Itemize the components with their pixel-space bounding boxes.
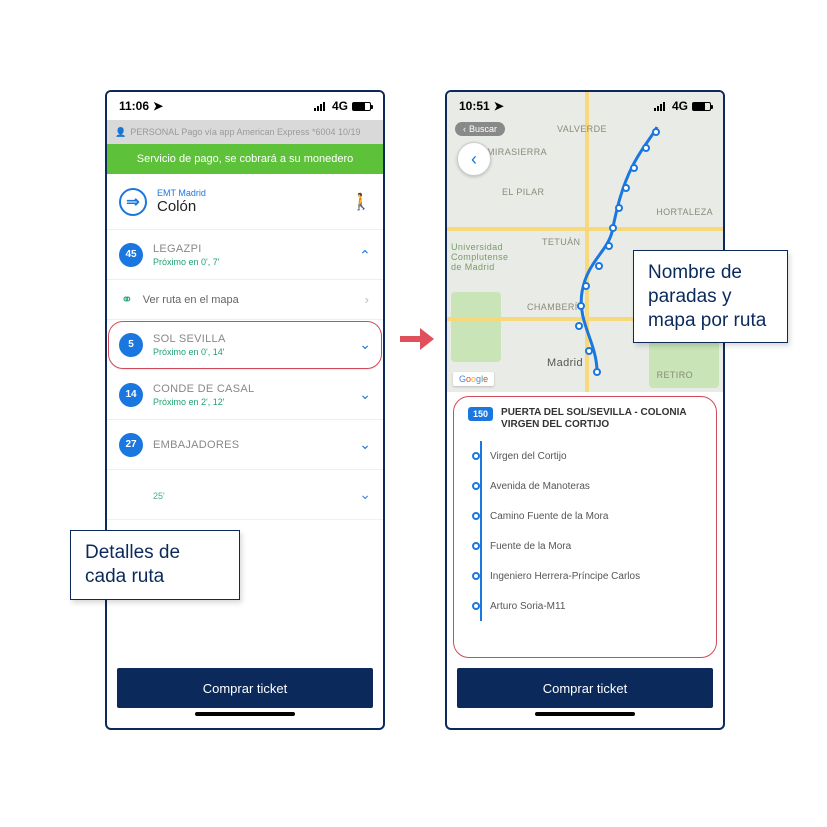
chevron-up-icon: ⌄ — [359, 246, 371, 263]
route-row[interactable]: 14 CONDE DE CASAL Próximo en 2', 12' ⌄ — [107, 370, 383, 420]
route-stop-dot — [615, 204, 623, 212]
arrow-icon — [400, 328, 434, 350]
stop-item[interactable]: Avenida de Manoteras — [472, 471, 702, 501]
route-path — [447, 92, 723, 392]
location-icon: ➤ — [494, 99, 504, 113]
route-stop-dot — [630, 164, 638, 172]
phone-route-details: 11:06 ➤ 4G 👤 PERSONAL Pago vía app Ameri… — [105, 90, 385, 730]
route-stop-dot — [605, 242, 613, 250]
person-icon: 👤 — [115, 127, 126, 138]
chevron-right-icon: › — [365, 292, 369, 307]
payment-subheader: 👤 PERSONAL Pago vía app American Express… — [107, 120, 383, 144]
stop-dot-icon — [472, 542, 480, 550]
back-button[interactable]: ‹ — [457, 142, 491, 176]
route-badge: 14 — [119, 383, 143, 407]
status-time: 11:06 — [119, 99, 149, 113]
chevron-down-icon: ⌄ — [359, 386, 371, 403]
stop-dot-icon — [472, 602, 480, 610]
route-stop-dot — [595, 262, 603, 270]
battery-icon — [352, 102, 371, 111]
route-badge: 27 — [119, 433, 143, 457]
stop-list: Virgen del Cortijo Avenida de Manoteras … — [472, 441, 702, 621]
route-row[interactable]: 25' ⌄ — [107, 470, 383, 520]
stop-dot-icon — [472, 512, 480, 520]
callout-right: Nombre de paradas y mapa por ruta — [633, 250, 788, 343]
network-label: 4G — [672, 99, 688, 113]
route-name: EMBAJADORES — [153, 439, 349, 451]
status-bar: 10:51 ➤ 4G — [447, 92, 723, 120]
route-badge: 45 — [119, 243, 143, 267]
route-stop-dot — [593, 368, 601, 376]
stop-header: ⇒ EMT Madrid Colón 🚶 — [107, 174, 383, 230]
stops-panel: 150 PUERTA DEL SOL/SEVILLA - COLONIA VIR… — [453, 396, 717, 658]
route-stop-dot — [582, 282, 590, 290]
signal-icon — [314, 101, 328, 111]
route-name: SOL SEVILLA — [153, 333, 349, 345]
route-row[interactable]: 27 EMBAJADORES ⌄ — [107, 420, 383, 470]
route-row-highlighted[interactable]: 5 SOL SEVILLA Próximo en 0', 14' ⌄ — [107, 320, 383, 370]
battery-icon — [692, 102, 711, 111]
chevron-down-icon: ⌄ — [359, 336, 371, 353]
route-next: Próximo en 2', 12' — [153, 397, 349, 407]
buy-ticket-button[interactable]: Comprar ticket — [457, 668, 713, 708]
stop-connector — [480, 441, 482, 621]
callout-left: Detalles de cada ruta — [70, 530, 240, 600]
stop-item[interactable]: Fuente de la Mora — [472, 531, 702, 561]
route-stop-dot — [585, 347, 593, 355]
view-route-map[interactable]: ⚭ Ver ruta en el mapa › — [107, 280, 383, 320]
bottom-bar: Comprar ticket — [107, 658, 383, 728]
stop-item[interactable]: Virgen del Cortijo — [472, 441, 702, 471]
route-stop-dot — [622, 184, 630, 192]
route-stop-dot — [575, 322, 583, 330]
map-link-label: Ver ruta en el mapa — [143, 294, 355, 306]
route-row[interactable]: 45 LEGAZPI Próximo en 0', 7' ⌄ — [107, 230, 383, 280]
home-indicator — [535, 712, 635, 716]
route-name: LEGAZPI — [153, 243, 349, 255]
buy-ticket-button[interactable]: Comprar ticket — [117, 668, 373, 708]
bottom-bar: Comprar ticket — [447, 658, 723, 728]
line-badge: 150 — [468, 407, 493, 421]
route-badge: 5 — [119, 333, 143, 357]
stop-item[interactable]: Arturo Soria-M11 — [472, 591, 702, 621]
route-stop-dot — [652, 128, 660, 136]
walk-icon: 🚶 — [351, 192, 371, 212]
route-stop-dot — [609, 224, 617, 232]
map[interactable]: ‹ Buscar ‹ VALVERDE MIRASIERRA EL PILAR … — [447, 92, 723, 392]
payment-banner: Servicio de pago, se cobrará a su monede… — [107, 144, 383, 174]
stop-dot-icon — [472, 482, 480, 490]
route-next: 25' — [153, 491, 349, 501]
line-title: PUERTA DEL SOL/SEVILLA - COLONIA VIRGEN … — [501, 407, 702, 431]
stop-dot-icon — [472, 452, 480, 460]
phone-route-map: 10:51 ➤ 4G ‹ Buscar ‹ VALVERDE MIRASIERR… — [445, 90, 725, 730]
route-next: Próximo en 0', 14' — [153, 347, 349, 357]
stop-dot-icon — [472, 572, 480, 580]
provider-label: EMT Madrid — [157, 188, 341, 198]
signal-icon — [654, 101, 668, 111]
chevron-down-icon: ⌄ — [359, 486, 371, 503]
stop-item[interactable]: Ingeniero Herrera-Príncipe Carlos — [472, 561, 702, 591]
emt-logo-icon: ⇒ — [119, 188, 147, 216]
home-indicator — [195, 712, 295, 716]
route-icon: ⚭ — [121, 291, 133, 308]
status-time: 10:51 — [459, 99, 490, 113]
status-bar: 11:06 ➤ 4G — [107, 92, 383, 120]
location-icon: ➤ — [153, 99, 163, 113]
route-next: Próximo en 0', 7' — [153, 257, 349, 267]
chevron-down-icon: ⌄ — [359, 436, 371, 453]
network-label: 4G — [332, 99, 348, 113]
google-badge: Google — [453, 372, 494, 386]
route-stop-dot — [577, 302, 585, 310]
stop-name: Colón — [157, 198, 341, 215]
route-name: CONDE DE CASAL — [153, 383, 349, 395]
stop-item[interactable]: Camino Fuente de la Mora — [472, 501, 702, 531]
route-stop-dot — [642, 144, 650, 152]
